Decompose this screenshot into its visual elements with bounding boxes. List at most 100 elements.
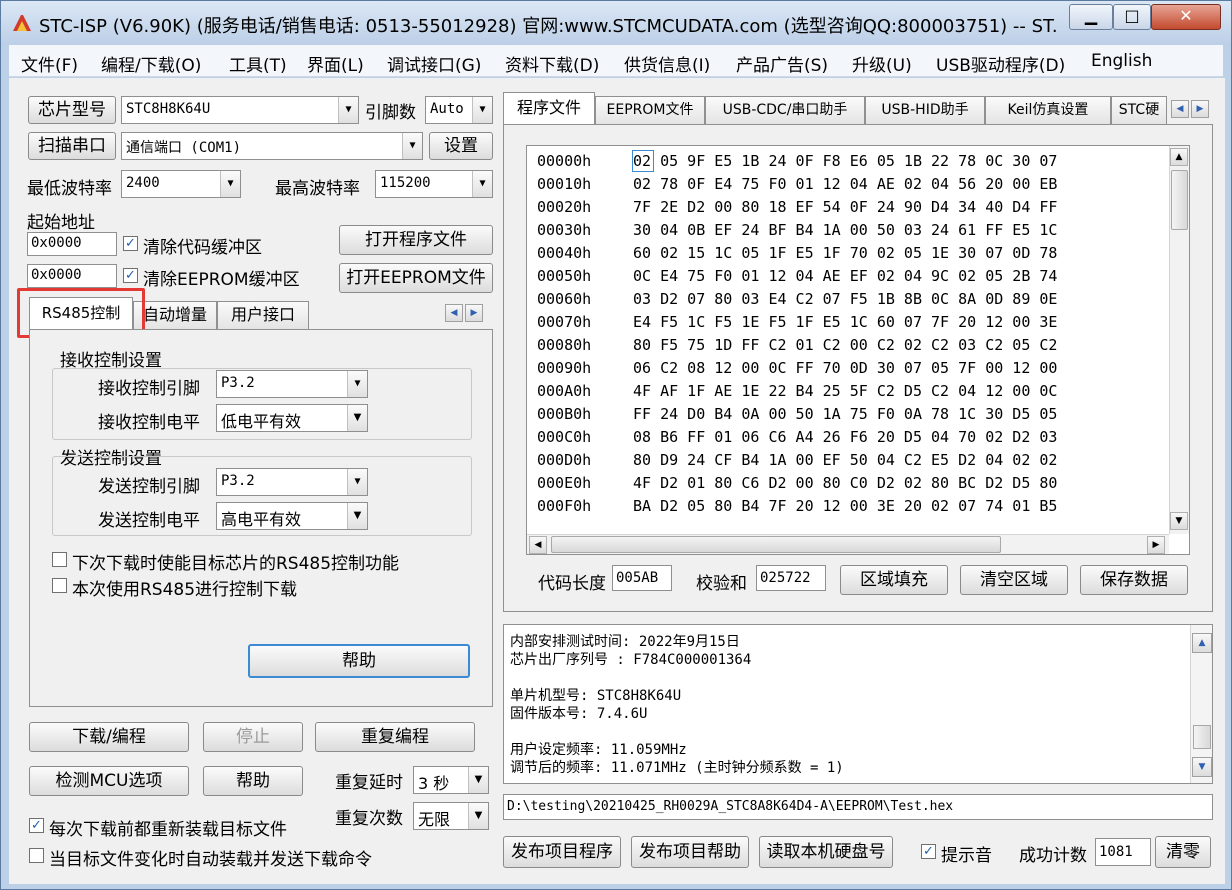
pin-count-select[interactable]: Auto ▼	[425, 96, 493, 124]
port-value: 通信端口 (COM1)	[126, 140, 242, 156]
help-button[interactable]: 帮助	[248, 644, 470, 678]
receive-pin-select[interactable]: P3.2 ▼	[216, 370, 368, 398]
menu-bar: 文件(F) 编程/下载(O) 工具(T) 界面(L) 调试接口(G) 资料下载(…	[9, 45, 1223, 77]
log-scroll-thumb[interactable]	[1193, 725, 1211, 749]
menu-debug-interface[interactable]: 调试接口(G)	[387, 51, 481, 76]
stop-button[interactable]: 停止	[203, 722, 303, 752]
window-title: STC-ISP (V6.90K) (服务电话/销售电话: 0513-550129…	[39, 16, 1059, 37]
checksum-value: 025722	[756, 565, 826, 591]
download-program-button[interactable]: 下载/编程	[29, 722, 189, 752]
success-count-label: 成功计数	[1019, 846, 1087, 866]
stc-isp-window: STC-ISP (V6.90K) (服务电话/销售电话: 0513-550129…	[0, 0, 1232, 890]
publish-help-button[interactable]: 发布项目帮助	[631, 836, 749, 868]
enable-rs485-label: 下次下载时使能目标芯片的RS485控制功能	[72, 554, 400, 574]
repeat-program-button[interactable]: 重复编程	[315, 722, 475, 752]
chevron-down-icon: ▼	[347, 469, 367, 495]
menu-usb-driver[interactable]: USB驱动程序(D)	[936, 51, 1065, 76]
menu-file[interactable]: 文件(F)	[21, 51, 78, 76]
menu-english[interactable]: English	[1091, 51, 1152, 71]
horizontal-scroll-thumb[interactable]	[551, 536, 1001, 553]
close-button[interactable]: ✕	[1151, 4, 1221, 30]
clear-area-button[interactable]: 清空区域	[960, 565, 1068, 595]
menu-upgrade[interactable]: 升级(U)	[852, 51, 912, 76]
receive-level-value: 低电平有效	[221, 412, 302, 431]
vertical-scrollbar[interactable]: ▲ ▼	[1169, 146, 1189, 534]
send-pin-select[interactable]: P3.2 ▼	[216, 468, 368, 496]
send-level-value: 高电平有效	[221, 510, 302, 529]
use-rs485-checkbox[interactable]	[52, 578, 67, 593]
code-address-input[interactable]: 0x0000	[27, 232, 117, 256]
code-length-value: 005AB	[612, 565, 672, 591]
settings-button[interactable]: 设置	[429, 132, 493, 160]
maximize-button[interactable]: □	[1113, 4, 1151, 30]
tab-usb-cdc-serial[interactable]: USB-CDC/串口助手	[705, 96, 865, 124]
auto-load-checkbox[interactable]	[29, 848, 44, 863]
vertical-scroll-thumb[interactable]	[1171, 170, 1188, 230]
minimize-button[interactable]: ▁	[1069, 4, 1113, 30]
chip-type-value: STC8H8K64U	[126, 101, 211, 117]
log-line: 单片机型号: STC8H8K64U	[510, 688, 682, 704]
repeat-count-select[interactable]: 无限 ▼	[413, 802, 489, 830]
tab-eeprom-file[interactable]: EEPROM文件	[595, 96, 705, 124]
tab-auto-increment[interactable]: 自动增量	[133, 301, 217, 329]
tab-keil-sim[interactable]: Keil仿真设置	[985, 96, 1111, 124]
tab-scroll-right-icon[interactable]: ▶	[465, 304, 483, 322]
menu-supply-info[interactable]: 供货信息(I)	[624, 51, 710, 76]
menu-product-ads[interactable]: 产品广告(S)	[736, 51, 828, 76]
chevron-down-icon: ▼	[402, 133, 422, 159]
open-program-file-button[interactable]: 打开程序文件	[339, 225, 493, 255]
min-baud-label: 最低波特率	[27, 179, 112, 199]
right-tab-scroll-left-icon[interactable]: ◀	[1171, 100, 1189, 118]
send-level-select[interactable]: 高电平有效 ▼	[216, 502, 368, 530]
scroll-left-icon[interactable]: ◀	[529, 536, 547, 554]
app-icon	[13, 15, 31, 31]
scroll-down-icon[interactable]: ▼	[1170, 512, 1188, 530]
menu-interface[interactable]: 界面(L)	[307, 51, 364, 76]
reload-checkbox[interactable]: ✓	[29, 818, 44, 833]
min-baud-value: 2400	[126, 175, 160, 191]
scroll-down-icon[interactable]: ▼	[1192, 757, 1212, 777]
tab-user-interface[interactable]: 用户接口	[217, 301, 309, 329]
tab-scroll-left-icon[interactable]: ◀	[445, 304, 463, 322]
help-button-bottom[interactable]: 帮助	[203, 766, 303, 796]
clear-eeprom-checkbox[interactable]: ✓	[123, 268, 138, 283]
save-data-button[interactable]: 保存数据	[1080, 565, 1188, 595]
eeprom-address-input[interactable]: 0x0000	[27, 264, 117, 288]
success-count-value: 1081	[1095, 838, 1151, 866]
hex-viewer: 00000h 02 05 9F E5 1B 24 0F F8 E6 05 1B 2…	[526, 145, 1190, 555]
min-baud-select[interactable]: 2400 ▼	[121, 170, 241, 198]
log-scrollbar[interactable]: ▲ ▼	[1190, 625, 1212, 783]
tab-usb-hid[interactable]: USB-HID助手	[865, 96, 985, 124]
code-length-label: 代码长度	[538, 574, 606, 594]
repeat-delay-select[interactable]: 3 秒 ▼	[413, 766, 489, 794]
max-baud-select[interactable]: 115200 ▼	[375, 170, 493, 198]
receive-level-select[interactable]: 低电平有效 ▼	[216, 404, 368, 432]
publish-program-button[interactable]: 发布项目程序	[503, 836, 621, 868]
receive-pin-value: P3.2	[221, 375, 255, 391]
port-select[interactable]: 通信端口 (COM1) ▼	[121, 132, 423, 160]
enable-rs485-checkbox[interactable]	[52, 552, 67, 567]
tab-program-file[interactable]: 程序文件	[503, 92, 595, 124]
read-disk-serial-button[interactable]: 读取本机硬盘号	[759, 836, 893, 868]
scroll-up-icon[interactable]: ▲	[1170, 148, 1188, 166]
menu-tools[interactable]: 工具(T)	[229, 51, 287, 76]
menu-documents[interactable]: 资料下载(D)	[505, 51, 599, 76]
beep-checkbox[interactable]: ✓	[921, 844, 936, 859]
detect-mcu-button[interactable]: 检测MCU选项	[29, 766, 189, 796]
chip-type-button[interactable]: 芯片型号	[28, 96, 116, 124]
open-eeprom-file-button[interactable]: 打开EEPROM文件	[339, 263, 493, 293]
clear-count-button[interactable]: 清零	[1155, 836, 1211, 868]
reload-label: 每次下载前都重新装载目标文件	[49, 820, 287, 840]
right-tab-scroll-right-icon[interactable]: ▶	[1191, 100, 1209, 118]
tab-stc-hardware[interactable]: STC硬	[1111, 96, 1167, 124]
menu-program-download[interactable]: 编程/下载(O)	[101, 51, 201, 76]
fill-area-button[interactable]: 区域填充	[840, 565, 948, 595]
scroll-right-icon[interactable]: ▶	[1147, 536, 1165, 554]
clear-code-checkbox[interactable]: ✓	[123, 236, 138, 251]
receive-pin-label: 接收控制引脚	[98, 379, 200, 399]
scan-port-button[interactable]: 扫描串口	[28, 132, 116, 160]
chip-type-select[interactable]: STC8H8K64U ▼	[121, 96, 359, 124]
log-line: 调节后的频率: 11.071MHz (主时钟分频系数 = 1)	[510, 760, 844, 776]
horizontal-scrollbar[interactable]: ◀ ▶	[527, 534, 1169, 554]
scroll-up-icon[interactable]: ▲	[1192, 633, 1212, 653]
